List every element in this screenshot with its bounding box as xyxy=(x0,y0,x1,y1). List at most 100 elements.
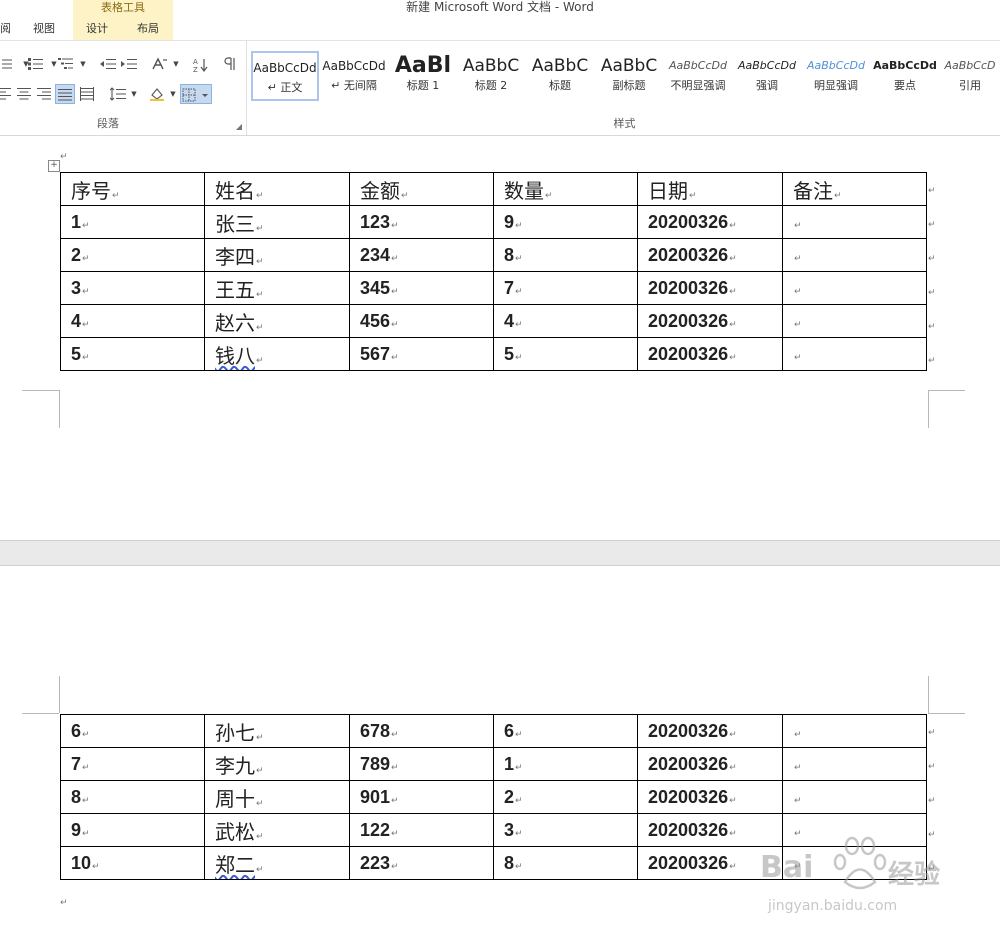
align-left-icon[interactable] xyxy=(0,84,14,104)
style-name: ↵ 无间隔 xyxy=(331,79,377,92)
table-cell[interactable]: ↵ xyxy=(782,271,927,305)
table-cell[interactable]: 20200326↵ xyxy=(637,747,783,781)
table-cell[interactable]: 郑二↵ xyxy=(204,846,350,880)
table-cell[interactable]: 901↵ xyxy=(349,780,494,814)
table-cell[interactable]: 789↵ xyxy=(349,747,494,781)
header-cell[interactable]: 序号↵ xyxy=(60,172,205,206)
borders-icon[interactable] xyxy=(180,84,212,104)
table-cell[interactable]: 123↵ xyxy=(349,205,494,239)
table-cell[interactable]: 4↵ xyxy=(493,304,638,338)
style-heading-1[interactable]: AaBl 标题 1 xyxy=(389,51,457,101)
style-subtitle[interactable]: AaBbC 副标题 xyxy=(595,51,663,101)
bullets-icon[interactable] xyxy=(0,54,16,74)
table-cell[interactable]: 20200326↵ xyxy=(637,304,783,338)
tab-view[interactable]: 视图 xyxy=(33,22,55,36)
numbering-icon[interactable] xyxy=(26,54,46,74)
table-cell[interactable]: 6↵ xyxy=(60,714,205,748)
table-cell[interactable]: 武松↵ xyxy=(204,813,350,847)
table-cell[interactable]: ↵ xyxy=(782,714,927,748)
header-cell[interactable]: 备注↵ xyxy=(782,172,927,206)
table-cell[interactable]: 223↵ xyxy=(349,846,494,880)
row-end-mark: ↵ xyxy=(928,796,936,806)
dropdown-arrow-icon[interactable]: ▼ xyxy=(166,54,186,74)
tab-layout[interactable]: 布局 xyxy=(137,22,159,36)
table-cell[interactable]: ↵ xyxy=(782,780,927,814)
style-strong[interactable]: AaBbCcDd 要点 xyxy=(871,51,939,101)
table-move-handle-icon[interactable]: + xyxy=(48,160,60,172)
style-no-spacing[interactable]: AaBbCcDd ↵ 无间隔 xyxy=(320,51,388,101)
table-cell[interactable]: 20200326↵ xyxy=(637,337,783,371)
table-cell[interactable]: 赵六↵ xyxy=(204,304,350,338)
table-cell[interactable]: 9↵ xyxy=(60,813,205,847)
sort-icon[interactable]: AZ xyxy=(190,54,210,74)
table-cell[interactable]: 4↵ xyxy=(60,304,205,338)
table-cell[interactable]: 10↵ xyxy=(60,846,205,880)
table-cell[interactable]: 李四↵ xyxy=(204,238,350,272)
tab-review[interactable]: 阅 xyxy=(0,22,11,36)
table-cell[interactable]: 2↵ xyxy=(493,780,638,814)
table-cell[interactable]: 1↵ xyxy=(60,205,205,239)
dialog-launcher-icon[interactable]: ◢ xyxy=(236,122,242,131)
table-cell[interactable]: 周十↵ xyxy=(204,780,350,814)
table-cell[interactable]: 2↵ xyxy=(60,238,205,272)
table-cell[interactable]: 20200326↵ xyxy=(637,271,783,305)
table-cell[interactable]: 122↵ xyxy=(349,813,494,847)
table-cell[interactable]: 张三↵ xyxy=(204,205,350,239)
table-cell[interactable]: 8↵ xyxy=(493,238,638,272)
table-cell[interactable]: 3↵ xyxy=(493,813,638,847)
table-cell[interactable]: 3↵ xyxy=(60,271,205,305)
align-center-icon[interactable] xyxy=(14,84,34,104)
show-formatting-marks-icon[interactable] xyxy=(220,54,240,74)
table-cell[interactable]: 5↵ xyxy=(60,337,205,371)
table-cell[interactable]: 1↵ xyxy=(493,747,638,781)
style-title[interactable]: AaBbC 标题 xyxy=(526,51,594,101)
dropdown-arrow-icon[interactable]: ▼ xyxy=(73,54,93,74)
table-cell[interactable]: ↵ xyxy=(782,747,927,781)
table-cell[interactable]: 7↵ xyxy=(493,271,638,305)
style-emphasis[interactable]: AaBbCcDd 强调 xyxy=(733,51,801,101)
align-right-icon[interactable] xyxy=(34,84,54,104)
table-cell[interactable]: 7↵ xyxy=(60,747,205,781)
table-cell[interactable]: ↵ xyxy=(782,205,927,239)
justify-icon[interactable] xyxy=(55,84,75,104)
dropdown-arrow-icon[interactable]: ▼ xyxy=(124,84,144,104)
table-cell[interactable]: 李九↵ xyxy=(204,747,350,781)
table-cell[interactable]: 6↵ xyxy=(493,714,638,748)
table-cell[interactable]: 20200326↵ xyxy=(637,238,783,272)
table-cell[interactable]: 456↵ xyxy=(349,304,494,338)
table-cell[interactable]: 678↵ xyxy=(349,714,494,748)
header-cell[interactable]: 金额↵ xyxy=(349,172,494,206)
table-cell[interactable]: 9↵ xyxy=(493,205,638,239)
style-quote[interactable]: AaBbCcD 引用 xyxy=(940,51,1000,101)
tab-design[interactable]: 设计 xyxy=(86,22,108,36)
table-cell[interactable]: 5↵ xyxy=(493,337,638,371)
table-cell[interactable]: 孙七↵ xyxy=(204,714,350,748)
table-cell[interactable]: 20200326↵ xyxy=(637,780,783,814)
table-cell[interactable]: 8↵ xyxy=(60,780,205,814)
row-end-mark: ↵ xyxy=(928,356,936,366)
table-cell[interactable]: 王五↵ xyxy=(204,271,350,305)
table-row: 4↵ 赵六↵ 456↵ 4↵ 20200326↵ ↵ xyxy=(60,304,927,338)
distributed-align-icon[interactable] xyxy=(77,84,97,104)
table-cell[interactable]: 钱八↵ xyxy=(204,337,350,371)
styles-group-label: 样式 xyxy=(613,117,636,130)
decrease-indent-icon[interactable] xyxy=(98,54,118,74)
header-cell[interactable]: 姓名↵ xyxy=(204,172,350,206)
style-normal[interactable]: AaBbCcDd ↵ 正文 xyxy=(251,51,319,101)
table-cell[interactable]: ↵ xyxy=(782,337,927,371)
table-cell[interactable]: 20200326↵ xyxy=(637,205,783,239)
table-cell[interactable]: 345↵ xyxy=(349,271,494,305)
style-subtle-emphasis[interactable]: AaBbCcDd 不明显强调 xyxy=(664,51,732,101)
table-header-row: 序号↵ 姓名↵ 金额↵ 数量↵ 日期↵ 备注↵ xyxy=(60,172,927,206)
increase-indent-icon[interactable] xyxy=(119,54,139,74)
table-cell[interactable]: 20200326↵ xyxy=(637,714,783,748)
table-cell[interactable]: ↵ xyxy=(782,304,927,338)
header-cell[interactable]: 数量↵ xyxy=(493,172,638,206)
style-heading-2[interactable]: AaBbC 标题 2 xyxy=(457,51,525,101)
table-cell[interactable]: 234↵ xyxy=(349,238,494,272)
style-intense-emphasis[interactable]: AaBbCcDd 明显强调 xyxy=(802,51,870,101)
table-cell[interactable]: 567↵ xyxy=(349,337,494,371)
table-cell[interactable]: ↵ xyxy=(782,238,927,272)
table-cell[interactable]: 8↵ xyxy=(493,846,638,880)
header-cell[interactable]: 日期↵ xyxy=(637,172,783,206)
